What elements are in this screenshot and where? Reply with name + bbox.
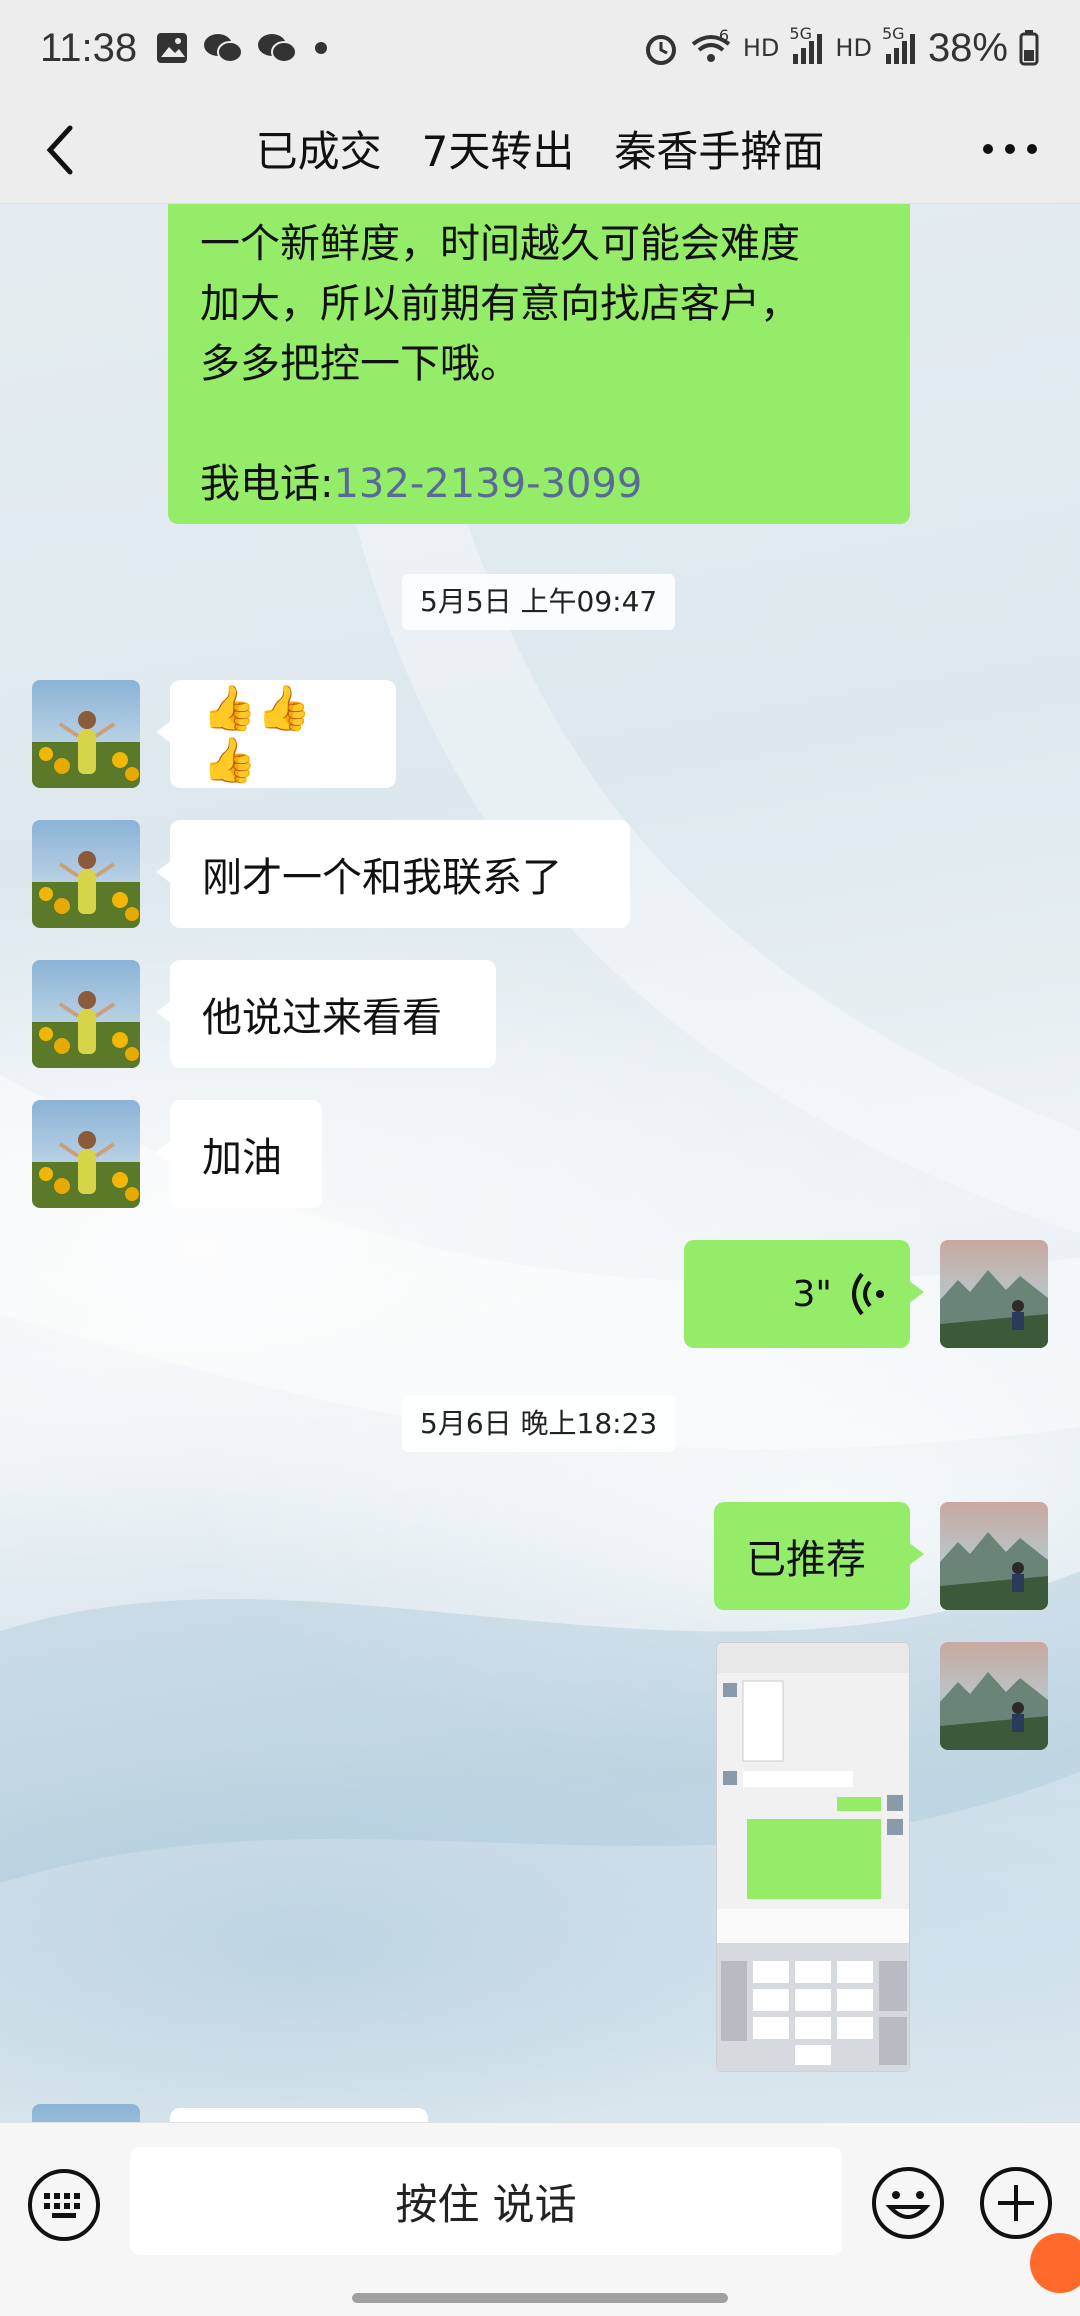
5g-label-2: 5G <box>881 24 905 43</box>
gallery-notification-icon <box>157 33 188 63</box>
message-bubble-received[interactable]: 加油 <box>156 1100 322 1208</box>
timestamp: 5月5日 上午09:47 <box>402 574 676 630</box>
hd-label-2: HD <box>835 34 872 62</box>
avatar-contact[interactable] <box>32 820 140 928</box>
5g-label: 5G <box>789 24 812 43</box>
wechat-notification-icon-2 <box>258 34 298 63</box>
wechat-notification-icon <box>204 34 244 63</box>
screenshot-image <box>717 1643 909 2071</box>
voice-duration: 3" <box>792 1273 832 1315</box>
message-line: 加大，所以前期有意向找店客户， <box>200 281 800 327</box>
avatar-contact[interactable] <box>32 2104 140 2122</box>
timestamp: 5月6日 晚上18:23 <box>402 1396 676 1452</box>
hd-label: HD <box>742 34 780 62</box>
message-bubble-sent[interactable]: 已推荐 <box>714 1502 924 1610</box>
add-attachment-icon[interactable] <box>976 2163 1056 2243</box>
voice-wave-icon <box>852 1272 884 1316</box>
thumbs-up-emoji: 👍👍👍 <box>202 683 312 786</box>
battery-percent: 38% <box>927 25 1008 70</box>
floating-assistant-icon[interactable] <box>1030 2233 1080 2293</box>
phone-number-link[interactable]: 132-2139-3099 <box>333 461 642 507</box>
status-bar: 11:38 6 HD 5G HD 5G 38% <box>0 0 1080 96</box>
more-options-icon[interactable] <box>980 134 1040 164</box>
message-bubble-sent[interactable]: 一个新鲜度，时间越久可能会难度 加大，所以前期有意向找店客户， 多多把控一下哦。… <box>168 204 910 524</box>
wifi-6-label: 6 <box>718 26 730 45</box>
keyboard-toggle-icon[interactable] <box>24 2165 104 2245</box>
avatar-self[interactable] <box>940 1502 1048 1610</box>
avatar-self[interactable] <box>940 1642 1048 1750</box>
status-time: 11:38 <box>40 25 138 70</box>
chat-title: 已成交 7天转出 秦香手擀面 <box>255 127 825 176</box>
avatar-self[interactable] <box>940 1240 1048 1348</box>
emoji-icon[interactable] <box>868 2163 948 2243</box>
message-bubble-received[interactable]: 刚才一个和我联系了 <box>156 820 630 928</box>
input-bar: 按住 说话 <box>0 2122 1080 2316</box>
battery-icon <box>1019 30 1039 66</box>
message-list[interactable]: 一个新鲜度，时间越久可能会难度 加大，所以前期有意向找店客户， 多多把控一下哦。… <box>0 204 1080 2122</box>
chat-header: 已成交 7天转出 秦香手擀面 <box>0 96 1080 204</box>
message-line: 一个新鲜度，时间越久可能会难度 <box>200 221 800 267</box>
message-bubble-received[interactable]: 👍👍👍 <box>156 680 396 788</box>
message-bubble-received[interactable] <box>170 2108 428 2122</box>
home-indicator[interactable] <box>352 2293 728 2303</box>
hold-to-talk-button[interactable]: 按住 说话 <box>130 2147 842 2255</box>
alarm-icon <box>645 35 676 65</box>
phone-label: 我电话: <box>200 461 334 507</box>
message-line: 多多把控一下哦。 <box>200 341 520 387</box>
voice-message-bubble[interactable]: 3" <box>684 1240 924 1348</box>
avatar-contact[interactable] <box>32 960 140 1068</box>
more-notifications-dot-icon <box>315 42 328 54</box>
avatar-contact[interactable] <box>32 680 140 788</box>
avatar-contact[interactable] <box>32 1100 140 1208</box>
message-bubble-received[interactable]: 他说过来看看 <box>156 960 496 1068</box>
image-message-thumbnail[interactable] <box>716 1642 910 2072</box>
